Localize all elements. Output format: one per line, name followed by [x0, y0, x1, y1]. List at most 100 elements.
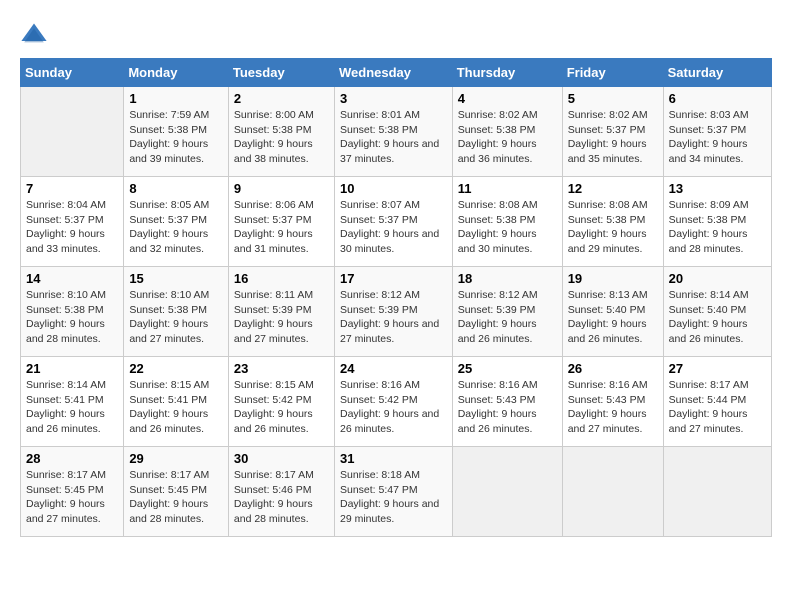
day-number: 9 [234, 181, 329, 196]
day-number: 6 [669, 91, 766, 106]
day-info: Sunrise: 8:00 AM Sunset: 5:38 PM Dayligh… [234, 108, 329, 167]
day-number: 29 [129, 451, 223, 466]
calendar-header-row: SundayMondayTuesdayWednesdayThursdayFrid… [21, 59, 772, 87]
day-info: Sunrise: 8:14 AM Sunset: 5:41 PM Dayligh… [26, 378, 118, 437]
calendar-cell [663, 447, 771, 537]
logo [20, 20, 52, 48]
day-info: Sunrise: 8:02 AM Sunset: 5:38 PM Dayligh… [458, 108, 557, 167]
header-friday: Friday [562, 59, 663, 87]
day-info: Sunrise: 8:17 AM Sunset: 5:45 PM Dayligh… [129, 468, 223, 527]
day-info: Sunrise: 8:17 AM Sunset: 5:46 PM Dayligh… [234, 468, 329, 527]
calendar-cell: 2 Sunrise: 8:00 AM Sunset: 5:38 PM Daylig… [228, 87, 334, 177]
day-number: 4 [458, 91, 557, 106]
day-number: 5 [568, 91, 658, 106]
calendar-cell: 28 Sunrise: 8:17 AM Sunset: 5:45 PM Dayli… [21, 447, 124, 537]
day-info: Sunrise: 8:02 AM Sunset: 5:37 PM Dayligh… [568, 108, 658, 167]
calendar-cell: 26 Sunrise: 8:16 AM Sunset: 5:43 PM Dayli… [562, 357, 663, 447]
day-info: Sunrise: 8:17 AM Sunset: 5:45 PM Dayligh… [26, 468, 118, 527]
day-number: 16 [234, 271, 329, 286]
day-info: Sunrise: 8:05 AM Sunset: 5:37 PM Dayligh… [129, 198, 223, 257]
day-info: Sunrise: 8:07 AM Sunset: 5:37 PM Dayligh… [340, 198, 447, 257]
day-number: 28 [26, 451, 118, 466]
week-row-3: 14 Sunrise: 8:10 AM Sunset: 5:38 PM Dayli… [21, 267, 772, 357]
day-info: Sunrise: 8:16 AM Sunset: 5:43 PM Dayligh… [458, 378, 557, 437]
day-info: Sunrise: 8:14 AM Sunset: 5:40 PM Dayligh… [669, 288, 766, 347]
header-wednesday: Wednesday [334, 59, 452, 87]
day-info: Sunrise: 8:12 AM Sunset: 5:39 PM Dayligh… [340, 288, 447, 347]
week-row-4: 21 Sunrise: 8:14 AM Sunset: 5:41 PM Dayli… [21, 357, 772, 447]
day-info: Sunrise: 8:13 AM Sunset: 5:40 PM Dayligh… [568, 288, 658, 347]
header-thursday: Thursday [452, 59, 562, 87]
calendar-cell [562, 447, 663, 537]
header-saturday: Saturday [663, 59, 771, 87]
day-number: 8 [129, 181, 223, 196]
day-number: 14 [26, 271, 118, 286]
day-info: Sunrise: 8:09 AM Sunset: 5:38 PM Dayligh… [669, 198, 766, 257]
day-info: Sunrise: 8:16 AM Sunset: 5:43 PM Dayligh… [568, 378, 658, 437]
day-number: 18 [458, 271, 557, 286]
logo-icon [20, 20, 48, 48]
calendar-cell: 29 Sunrise: 8:17 AM Sunset: 5:45 PM Dayli… [124, 447, 229, 537]
day-number: 23 [234, 361, 329, 376]
calendar-cell: 4 Sunrise: 8:02 AM Sunset: 5:38 PM Daylig… [452, 87, 562, 177]
day-info: Sunrise: 8:16 AM Sunset: 5:42 PM Dayligh… [340, 378, 447, 437]
day-number: 25 [458, 361, 557, 376]
day-number: 22 [129, 361, 223, 376]
calendar-cell: 17 Sunrise: 8:12 AM Sunset: 5:39 PM Dayli… [334, 267, 452, 357]
week-row-5: 28 Sunrise: 8:17 AM Sunset: 5:45 PM Dayli… [21, 447, 772, 537]
day-info: Sunrise: 8:10 AM Sunset: 5:38 PM Dayligh… [129, 288, 223, 347]
calendar-cell: 6 Sunrise: 8:03 AM Sunset: 5:37 PM Daylig… [663, 87, 771, 177]
day-number: 13 [669, 181, 766, 196]
calendar-cell: 14 Sunrise: 8:10 AM Sunset: 5:38 PM Dayli… [21, 267, 124, 357]
day-number: 2 [234, 91, 329, 106]
header-tuesday: Tuesday [228, 59, 334, 87]
day-number: 15 [129, 271, 223, 286]
calendar-cell: 22 Sunrise: 8:15 AM Sunset: 5:41 PM Dayli… [124, 357, 229, 447]
calendar-cell: 30 Sunrise: 8:17 AM Sunset: 5:46 PM Dayli… [228, 447, 334, 537]
header-monday: Monday [124, 59, 229, 87]
calendar-cell: 12Sunrise: 8:08 AM Sunset: 5:38 PM Dayli… [562, 177, 663, 267]
day-number: 17 [340, 271, 447, 286]
calendar-cell: 27 Sunrise: 8:17 AM Sunset: 5:44 PM Dayli… [663, 357, 771, 447]
calendar-cell [452, 447, 562, 537]
calendar-cell: 3 Sunrise: 8:01 AM Sunset: 5:38 PM Daylig… [334, 87, 452, 177]
day-info: Sunrise: 7:59 AM Sunset: 5:38 PM Dayligh… [129, 108, 223, 167]
day-number: 11 [458, 181, 557, 196]
week-row-2: 7Sunrise: 8:04 AM Sunset: 5:37 PM Daylig… [21, 177, 772, 267]
day-number: 12 [568, 181, 658, 196]
week-row-1: 1 Sunrise: 7:59 AM Sunset: 5:38 PM Daylig… [21, 87, 772, 177]
calendar-cell: 19Sunrise: 8:13 AM Sunset: 5:40 PM Dayli… [562, 267, 663, 357]
calendar-cell: 25 Sunrise: 8:16 AM Sunset: 5:43 PM Dayli… [452, 357, 562, 447]
day-info: Sunrise: 8:01 AM Sunset: 5:38 PM Dayligh… [340, 108, 447, 167]
day-info: Sunrise: 8:11 AM Sunset: 5:39 PM Dayligh… [234, 288, 329, 347]
page-header [20, 20, 772, 48]
day-info: Sunrise: 8:15 AM Sunset: 5:41 PM Dayligh… [129, 378, 223, 437]
day-info: Sunrise: 8:08 AM Sunset: 5:38 PM Dayligh… [458, 198, 557, 257]
day-number: 1 [129, 91, 223, 106]
calendar-table: SundayMondayTuesdayWednesdayThursdayFrid… [20, 58, 772, 537]
day-number: 27 [669, 361, 766, 376]
day-number: 21 [26, 361, 118, 376]
calendar-cell: 1 Sunrise: 7:59 AM Sunset: 5:38 PM Daylig… [124, 87, 229, 177]
calendar-cell: 8 Sunrise: 8:05 AM Sunset: 5:37 PM Daylig… [124, 177, 229, 267]
day-number: 30 [234, 451, 329, 466]
calendar-cell: 21 Sunrise: 8:14 AM Sunset: 5:41 PM Dayli… [21, 357, 124, 447]
day-info: Sunrise: 8:18 AM Sunset: 5:47 PM Dayligh… [340, 468, 447, 527]
calendar-cell: 5 Sunrise: 8:02 AM Sunset: 5:37 PM Daylig… [562, 87, 663, 177]
day-info: Sunrise: 8:12 AM Sunset: 5:39 PM Dayligh… [458, 288, 557, 347]
day-info: Sunrise: 8:04 AM Sunset: 5:37 PM Dayligh… [26, 198, 118, 257]
day-info: Sunrise: 8:03 AM Sunset: 5:37 PM Dayligh… [669, 108, 766, 167]
calendar-cell: 11 Sunrise: 8:08 AM Sunset: 5:38 PM Dayli… [452, 177, 562, 267]
day-number: 20 [669, 271, 766, 286]
day-number: 31 [340, 451, 447, 466]
day-info: Sunrise: 8:06 AM Sunset: 5:37 PM Dayligh… [234, 198, 329, 257]
day-info: Sunrise: 8:10 AM Sunset: 5:38 PM Dayligh… [26, 288, 118, 347]
calendar-cell: 16 Sunrise: 8:11 AM Sunset: 5:39 PM Dayli… [228, 267, 334, 357]
day-info: Sunrise: 8:17 AM Sunset: 5:44 PM Dayligh… [669, 378, 766, 437]
day-number: 24 [340, 361, 447, 376]
day-number: 26 [568, 361, 658, 376]
calendar-cell: 31 Sunrise: 8:18 AM Sunset: 5:47 PM Dayli… [334, 447, 452, 537]
calendar-cell [21, 87, 124, 177]
day-number: 3 [340, 91, 447, 106]
calendar-cell: 24 Sunrise: 8:16 AM Sunset: 5:42 PM Dayli… [334, 357, 452, 447]
